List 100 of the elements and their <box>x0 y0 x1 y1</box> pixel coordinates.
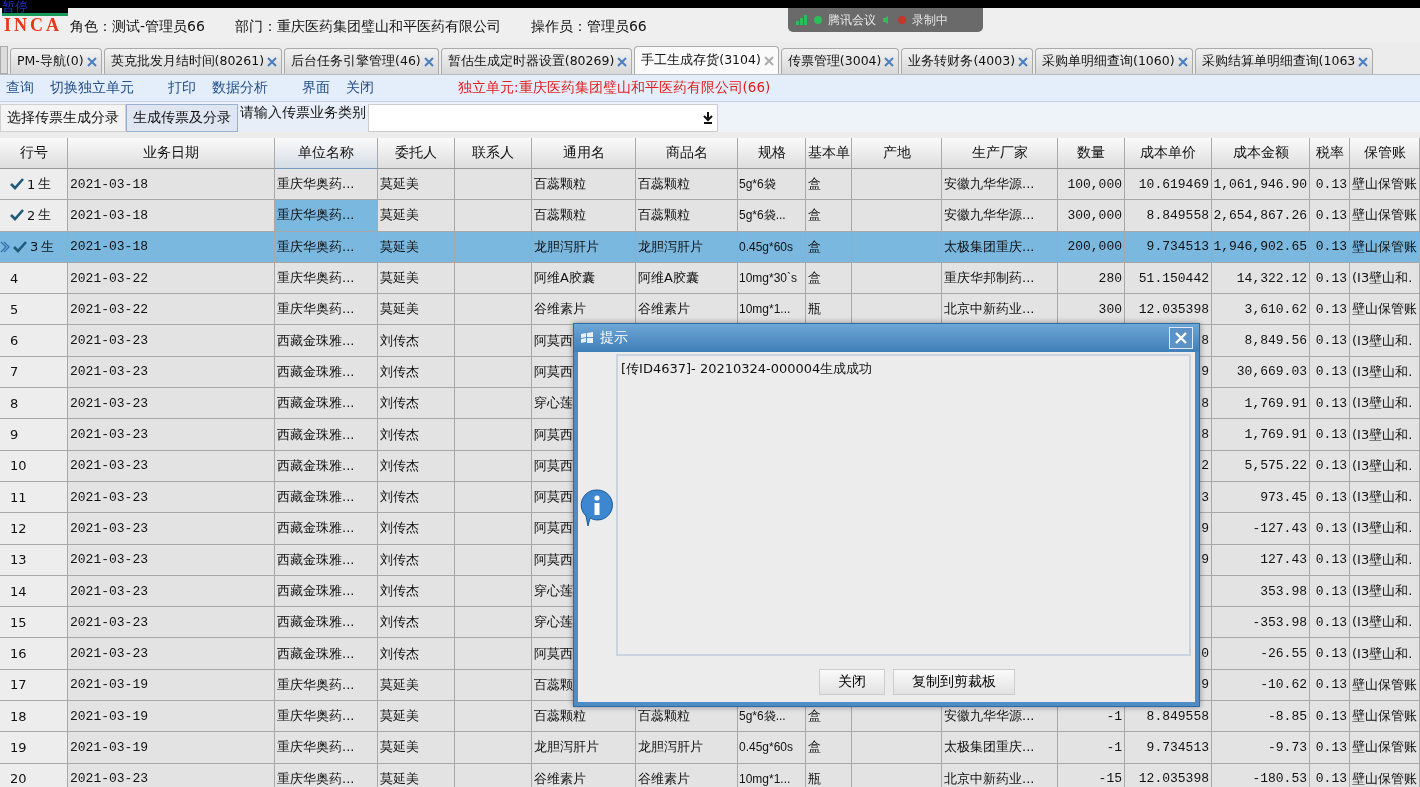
table-row[interactable]: 19 2021-03-19 重庆华奥药... 莫延美 龙胆泻肝片 龙胆泻肝片 0.45g*60s 盒 太极集团重庆... -1 9.734513 -9.73 0.13 壁山保管账 <box>0 732 1420 764</box>
dialog-button[interactable]: 关闭 <box>818 669 885 695</box>
table-cell: 龙胆泻肝片 <box>532 732 636 764</box>
table-cell: 西藏金珠雅... <box>275 450 378 482</box>
row-header-cell[interactable]: 17 <box>0 669 68 702</box>
table-cell: 重庆华奥药... <box>275 732 378 764</box>
table-cell: 127.43 <box>1212 544 1310 576</box>
row-header-cell[interactable]: 9 <box>0 419 68 451</box>
row-header-cell[interactable]: 4 <box>0 262 68 295</box>
row-number: 9 <box>10 427 19 442</box>
row-header-cell[interactable]: 5 <box>0 294 68 326</box>
menu-item[interactable]: 关闭 <box>346 79 374 97</box>
status-dot-icon <box>814 16 822 24</box>
column-header[interactable]: 税率 <box>1310 138 1350 169</box>
tab[interactable]: 后台任务引擎管理(46) <box>284 48 439 74</box>
table-cell: 0.13 <box>1310 325 1350 357</box>
row-header-cell[interactable]: 11 <box>0 481 68 514</box>
close-icon[interactable] <box>86 56 97 67</box>
row-header-cell[interactable]: 7 <box>0 356 68 389</box>
row-header-cell[interactable]: 19 <box>0 732 68 764</box>
table-cell: (I3壁山和. <box>1350 544 1420 576</box>
menu-item[interactable]: 切换独立单元 <box>50 79 134 97</box>
tab[interactable]: 传票管理(3004) <box>780 48 900 74</box>
table-row[interactable]: 5 2021-03-22 重庆华奥药... 莫延美 谷维素片 谷维素片 10mg*1... 瓶 北京中新药业... 300 12.035398 3,610.62 0.13 壁山保管账 <box>0 294 1420 326</box>
column-header[interactable]: 成本金额 <box>1212 138 1310 169</box>
close-icon[interactable] <box>884 56 895 67</box>
row-number: 5 <box>10 301 19 317</box>
row-header-cell[interactable]: 2 生 <box>0 200 68 232</box>
row-header-cell[interactable]: 20 <box>0 763 68 787</box>
table-row[interactable]: 2 生 2021-03-18 重庆华奥药... 莫延美 百蕊颗粒 百蕊颗粒 5g*6袋... 盒 安徽九华华源... 300,000 8.849558 2,654,867.26 0.13 壁山保管账 <box>0 200 1420 232</box>
table-row[interactable]: 18 2021-03-19 重庆华奥药... 莫延美 百蕊颗粒 百蕊颗粒 5g*6袋... 盒 安徽九华华源... -1 8.849558 -8.85 0.13 壁山保管账 <box>0 701 1420 733</box>
focused-cell[interactable]: 重庆华奥药... <box>275 200 378 232</box>
column-header[interactable]: 业务日期 <box>68 138 275 169</box>
table-cell: 2021-03-19 <box>68 732 275 764</box>
row-header-cell[interactable]: 16 <box>0 638 68 670</box>
row-header-cell[interactable]: 18 <box>0 701 68 733</box>
table-cell: 重庆华奥药... <box>275 763 378 787</box>
table-cell: 重庆华奥药... <box>275 231 378 263</box>
table-cell: -15 <box>1058 763 1125 787</box>
column-header[interactable]: 生产厂家 <box>942 138 1058 169</box>
row-header-cell[interactable]: 6 <box>0 325 68 357</box>
close-icon[interactable] <box>267 56 278 67</box>
toolbar-button[interactable]: 选择传票生成分录 <box>0 104 126 132</box>
table-row[interactable]: 4 2021-03-22 重庆华奥药... 莫延美 阿维A胶囊 阿维A胶囊 10mg*30`s 盒 重庆华邦制药... 280 51.150442 14,322.12 0.13 (I3壁山和. <box>0 262 1420 295</box>
tab[interactable]: 采购结算单明细查询(1063 <box>1194 48 1374 74</box>
column-header[interactable]: 单位名称 <box>275 138 378 169</box>
column-header[interactable]: 保管账 <box>1350 138 1420 169</box>
close-icon[interactable] <box>1358 56 1369 67</box>
row-header-cell[interactable]: 3 生 <box>0 231 68 263</box>
dialog-button[interactable]: 复制到剪裁板 <box>892 669 1015 695</box>
table-cell: 盒 <box>806 732 852 764</box>
close-icon[interactable] <box>617 56 628 67</box>
table-cell: 0.45g*60s <box>738 732 806 764</box>
tab[interactable]: PM-导航(0) <box>10 48 102 74</box>
menu-item[interactable]: 界面 <box>302 79 330 97</box>
column-header[interactable]: 基本单 <box>806 138 852 169</box>
toolbar-button[interactable]: 生成传票及分录 <box>126 104 238 132</box>
table-cell: 谷维素片 <box>636 763 738 787</box>
tab[interactable]: 采购单明细查询(1060) <box>1035 48 1193 74</box>
column-header[interactable]: 产地 <box>852 138 942 169</box>
tab[interactable]: 业务转财务(4003) <box>901 48 1033 74</box>
column-header[interactable]: 成本单价 <box>1125 138 1212 169</box>
menu-item[interactable]: 打印 <box>168 79 196 97</box>
row-header-cell[interactable]: 14 <box>0 575 68 608</box>
close-icon[interactable] <box>1177 56 1188 67</box>
table-row[interactable]: 1 生 2021-03-18 重庆华奥药... 莫延美 百蕊颗粒 百蕊颗粒 5g*6袋 盒 安徽九华华源... 100,000 10.619469 1,061,946.90 0.13 壁山保管账 <box>0 169 1420 201</box>
row-header-cell[interactable]: 13 <box>0 544 68 576</box>
tab[interactable]: 暂估生成定时器设置(80269) <box>440 48 633 74</box>
column-header[interactable]: 行号 <box>0 138 68 169</box>
row-header-cell[interactable]: 1 生 <box>0 169 68 201</box>
table-cell: 盒 <box>806 231 852 263</box>
row-header-cell[interactable]: 12 <box>0 513 68 545</box>
close-button[interactable] <box>1169 327 1193 349</box>
row-number: 14 <box>10 583 27 599</box>
column-header[interactable]: 规格 <box>738 138 806 169</box>
column-header[interactable]: 商品名 <box>636 138 738 169</box>
close-icon[interactable] <box>763 55 774 66</box>
close-icon[interactable] <box>1018 56 1028 67</box>
column-header[interactable]: 通用名 <box>532 138 636 169</box>
row-header-cell[interactable]: 15 <box>0 607 68 639</box>
table-row[interactable]: 3 生 2021-03-18 重庆华奥药... 莫延美 龙胆泻肝片 龙胆泻肝片 0.45g*60s 盒 太极集团重庆... 200,000 9.734513 1,946,902.65 0.13 壁山保管账 <box>0 231 1420 263</box>
table-cell: 谷维素片 <box>532 763 636 787</box>
table-cell: 安徽九华华源... <box>942 200 1058 232</box>
row-header-cell[interactable]: 8 <box>0 388 68 420</box>
column-header[interactable]: 委托人 <box>378 138 455 169</box>
tab[interactable]: 英克批发月结时间(80261) <box>103 48 283 74</box>
table-row[interactable]: 20 2021-03-23 重庆华奥药... 莫延美 谷维素片 谷维素片 10mg*1... 瓶 北京中新药业... -15 12.035398 -180.53 0.13 壁山保管账 <box>0 763 1420 787</box>
column-header[interactable]: 联系人 <box>455 138 532 169</box>
table-cell: 0.13 <box>1310 419 1350 451</box>
table-cell: 刘传杰 <box>378 419 455 451</box>
close-icon[interactable] <box>423 56 434 67</box>
column-header[interactable]: 数量 <box>1058 138 1125 169</box>
row-header-cell[interactable]: 10 <box>0 450 68 482</box>
menu-item[interactable]: 数据分析 <box>212 79 268 97</box>
recording-label: 录制中 <box>912 11 948 29</box>
menu-item[interactable]: 查询 <box>6 79 34 97</box>
download-arrow-icon[interactable] <box>703 111 713 124</box>
tab[interactable]: 手工生成存货(3104) <box>634 46 779 74</box>
row-number: 4 <box>10 270 19 286</box>
role-label: 角色：测试-管理员66 <box>70 18 205 36</box>
